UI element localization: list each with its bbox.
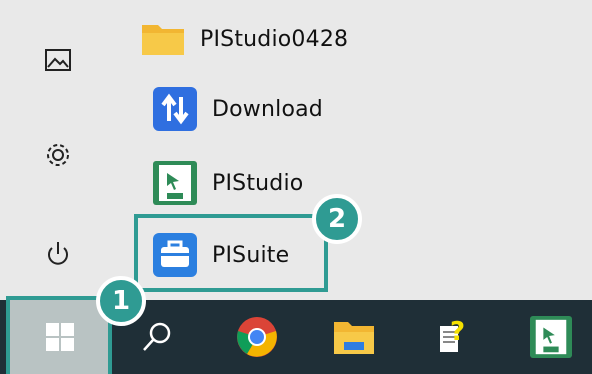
help-document-icon: ? [440, 317, 465, 352]
step-badge-1: 1 [96, 276, 146, 326]
chrome-icon [237, 317, 277, 357]
folder-icon [140, 16, 186, 62]
svg-text:?: ? [450, 317, 465, 347]
file-explorer-icon [334, 322, 374, 354]
power-button[interactable] [40, 236, 76, 272]
app-label: PISuite [212, 242, 290, 268]
download-app-icon [152, 86, 198, 132]
app-label: PIStudio [212, 170, 304, 196]
taskbar: ? [0, 300, 592, 374]
pictures-icon [45, 49, 71, 71]
pisuite-app-icon [152, 232, 198, 278]
start-menu: PIStudio0428 Download PIStudio PISuite [0, 0, 592, 300]
app-label: Download [212, 96, 323, 122]
pistudio-app-icon [152, 160, 198, 206]
help-button[interactable]: ? [415, 300, 489, 374]
power-icon [48, 242, 68, 265]
app-item-pisuite[interactable]: PISuite [152, 228, 452, 282]
pistudio-taskbar-button[interactable] [514, 300, 588, 374]
search-icon [143, 322, 171, 351]
windows-start-icon [46, 323, 74, 351]
chrome-button[interactable] [220, 300, 294, 374]
pictures-button[interactable] [40, 42, 76, 78]
app-item-pistudio[interactable]: PIStudio [152, 156, 452, 210]
file-explorer-button[interactable] [317, 300, 391, 374]
settings-gear-icon [47, 144, 69, 166]
pistudio-taskbar-icon [530, 316, 572, 358]
start-button[interactable] [10, 300, 110, 374]
start-left-rail [0, 0, 112, 300]
app-label: PIStudio0428 [200, 26, 349, 52]
app-item-download[interactable]: Download [152, 82, 452, 136]
step-badge-2: 2 [312, 194, 362, 244]
settings-button[interactable] [40, 137, 76, 173]
app-item-pistudio0428[interactable]: PIStudio0428 [140, 12, 440, 66]
